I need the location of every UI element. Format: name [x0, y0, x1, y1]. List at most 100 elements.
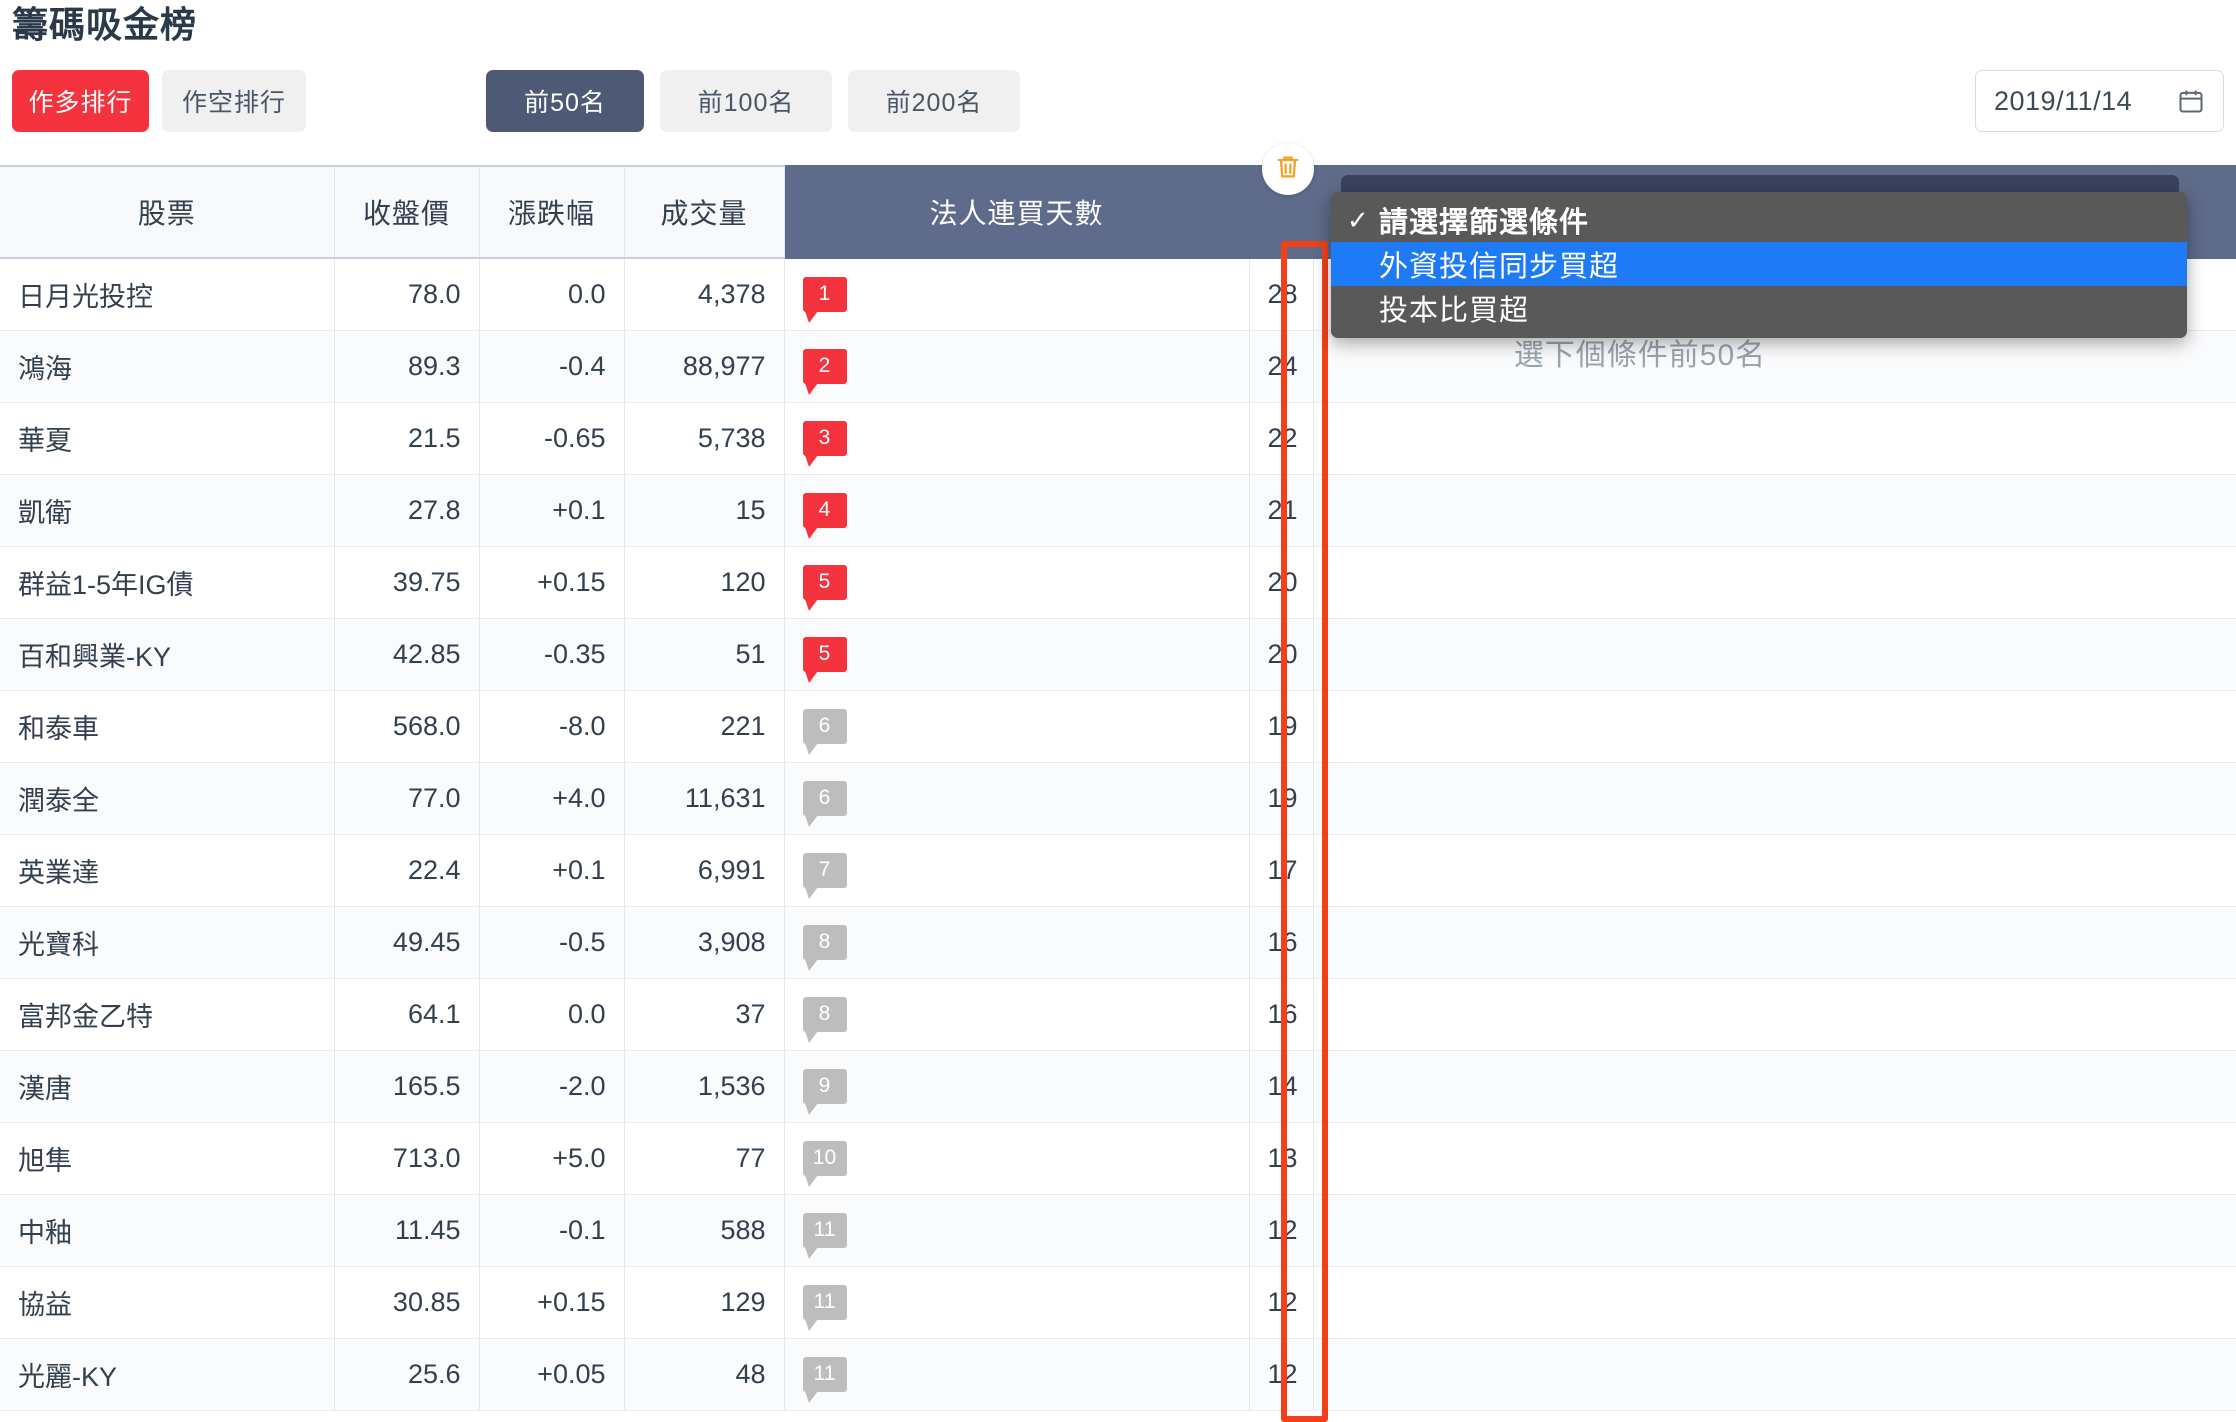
- cell-rank-badge: 5: [784, 618, 1250, 691]
- cell-rank-badge: 6: [784, 690, 1250, 763]
- cell-stock-name: 和泰車: [0, 690, 335, 763]
- column-header-stock[interactable]: 股票: [0, 165, 335, 259]
- date-picker[interactable]: 2019/11/14: [1975, 70, 2224, 132]
- table-row[interactable]: 光寶科 49.45 -0.5 3,908 8 16: [0, 906, 2236, 979]
- table-row[interactable]: 光麗-KY 25.6 +0.05 48 11 12: [0, 1338, 2236, 1411]
- cell-volume: 37: [624, 978, 785, 1051]
- cell-close-price: 568.0: [334, 690, 480, 763]
- cell-close-price: 64.1: [334, 978, 480, 1051]
- cell-spacer: [1313, 834, 2236, 907]
- rank-badge: 10: [802, 1140, 847, 1188]
- cell-close-price: 713.0: [334, 1122, 480, 1195]
- cell-rank-badge: 2: [784, 330, 1250, 403]
- cell-close-price: 21.5: [334, 402, 480, 475]
- filter-option-label: 投本比買超: [1379, 295, 1530, 327]
- cell-stock-name: 潤泰全: [0, 762, 335, 835]
- column-header-volume[interactable]: 成交量: [624, 165, 785, 259]
- rank-badge: 11: [802, 1356, 847, 1404]
- cell-days: 13: [1249, 1122, 1314, 1195]
- cell-change: -2.0: [479, 1050, 625, 1123]
- table-row[interactable]: 漢唐 165.5 -2.0 1,536 9 14: [0, 1050, 2236, 1123]
- rank-badge: 6: [802, 708, 847, 756]
- table-row[interactable]: 協益 30.85 +0.15 129 11 12: [0, 1266, 2236, 1339]
- cell-volume: 15: [624, 474, 785, 547]
- table-row[interactable]: 英業達 22.4 +0.1 6,991 7 17: [0, 834, 2236, 907]
- cell-spacer: [1313, 546, 2236, 619]
- cell-volume: 48: [624, 1338, 785, 1411]
- filter-option-label: 請選擇篩選條件: [1379, 207, 1590, 239]
- column-header-institutional-buy-days[interactable]: 法人連買天數: [784, 165, 1250, 259]
- short-ranking-button[interactable]: 作空排行: [162, 70, 306, 132]
- cell-close-price: 30.85: [334, 1266, 480, 1339]
- cell-days: 20: [1249, 546, 1314, 619]
- cell-days: 20: [1249, 618, 1314, 691]
- cell-rank-badge: 11: [784, 1266, 1250, 1339]
- table-row[interactable]: 潤泰全 77.0 +4.0 11,631 6 19: [0, 762, 2236, 835]
- cell-change: -8.0: [479, 690, 625, 763]
- cell-change: +0.15: [479, 546, 625, 619]
- table-row[interactable]: 華夏 21.5 -0.65 5,738 3 22: [0, 402, 2236, 475]
- check-icon: ✓: [1347, 204, 1370, 235]
- cell-spacer: [1313, 1338, 2236, 1411]
- column-header-close-price[interactable]: 收盤價: [334, 165, 480, 259]
- cell-close-price: 25.6: [334, 1338, 480, 1411]
- cell-spacer: [1313, 762, 2236, 835]
- cell-days: 28: [1249, 258, 1314, 331]
- cell-close-price: 49.45: [334, 906, 480, 979]
- cell-stock-name: 光寶科: [0, 906, 335, 979]
- cell-stock-name: 旭隼: [0, 1122, 335, 1195]
- cell-spacer: [1313, 1122, 2236, 1195]
- table-row[interactable]: 旭隼 713.0 +5.0 77 10 13: [0, 1122, 2236, 1195]
- table-row[interactable]: 百和興業-KY 42.85 -0.35 51 5 20: [0, 618, 2236, 691]
- table-row[interactable]: 凱衛 27.8 +0.1 15 4 21: [0, 474, 2236, 547]
- delete-condition-button[interactable]: [1262, 143, 1314, 195]
- top100-button[interactable]: 前100名: [660, 70, 832, 132]
- cell-close-price: 27.8: [334, 474, 480, 547]
- table-row[interactable]: 富邦金乙特 64.1 0.0 37 8 16: [0, 978, 2236, 1051]
- cell-close-price: 165.5: [334, 1050, 480, 1123]
- cell-rank-badge: 10: [784, 1122, 1250, 1195]
- cell-volume: 88,977: [624, 330, 785, 403]
- cell-days: 12: [1249, 1194, 1314, 1267]
- filter-option-2[interactable]: 投本比買超: [1331, 286, 2187, 330]
- top50-button[interactable]: 前50名: [486, 70, 644, 132]
- cell-close-price: 78.0: [334, 258, 480, 331]
- rank-badge: 5: [802, 564, 847, 612]
- table-row[interactable]: 鴻海 89.3 -0.4 88,977 2 24: [0, 330, 2236, 403]
- cell-rank-badge: 3: [784, 402, 1250, 475]
- cell-spacer: [1313, 618, 2236, 691]
- filter-option-0[interactable]: ✓ 請選擇篩選條件: [1331, 198, 2187, 242]
- cell-change: +0.1: [479, 834, 625, 907]
- table-row[interactable]: 群益1-5年IG債 39.75 +0.15 120 5 20: [0, 546, 2236, 619]
- cell-stock-name: 光麗-KY: [0, 1338, 335, 1411]
- ranking-table: 股票 收盤價 漲跌幅 成交量 法人連買天數 日月光投控 78.0 0.0 4,378 1…: [0, 165, 2236, 1411]
- ranking-table-container: 股票 收盤價 漲跌幅 成交量 法人連買天數 日月光投控 78.0 0.0 4,378 1…: [0, 165, 2236, 1411]
- toolbar: 作多排行 作空排行 前50名 前100名 前200名 2019/11/14: [12, 70, 2224, 132]
- filter-select-popup[interactable]: ✓ 請選擇篩選條件 外資投信同步買超投本比買超: [1331, 192, 2187, 338]
- cell-days: 21: [1249, 474, 1314, 547]
- table-row[interactable]: 中釉 11.45 -0.1 588 11 12: [0, 1194, 2236, 1267]
- cell-days: 16: [1249, 978, 1314, 1051]
- cell-volume: 1,536: [624, 1050, 785, 1123]
- rank-badge: 3: [802, 420, 847, 468]
- cell-close-price: 89.3: [334, 330, 480, 403]
- cell-stock-name: 凱衛: [0, 474, 335, 547]
- filter-option-1[interactable]: 外資投信同步買超: [1331, 242, 2187, 286]
- cell-spacer: [1313, 1194, 2236, 1267]
- rank-badge: 11: [802, 1212, 847, 1260]
- cell-spacer: [1313, 1050, 2236, 1123]
- cell-change: +0.1: [479, 474, 625, 547]
- column-header-change[interactable]: 漲跌幅: [479, 165, 625, 259]
- cell-change: -0.5: [479, 906, 625, 979]
- cell-change: +0.15: [479, 1266, 625, 1339]
- calendar-icon: [2177, 87, 2205, 115]
- long-ranking-button[interactable]: 作多排行: [12, 70, 149, 132]
- rank-badge: 8: [802, 996, 847, 1044]
- date-picker-value: 2019/11/14: [1994, 85, 2133, 116]
- cell-close-price: 77.0: [334, 762, 480, 835]
- cell-change: 0.0: [479, 258, 625, 331]
- cell-rank-badge: 1: [784, 258, 1250, 331]
- cell-days: 12: [1249, 1266, 1314, 1339]
- table-row[interactable]: 和泰車 568.0 -8.0 221 6 19: [0, 690, 2236, 763]
- top200-button[interactable]: 前200名: [848, 70, 1020, 132]
